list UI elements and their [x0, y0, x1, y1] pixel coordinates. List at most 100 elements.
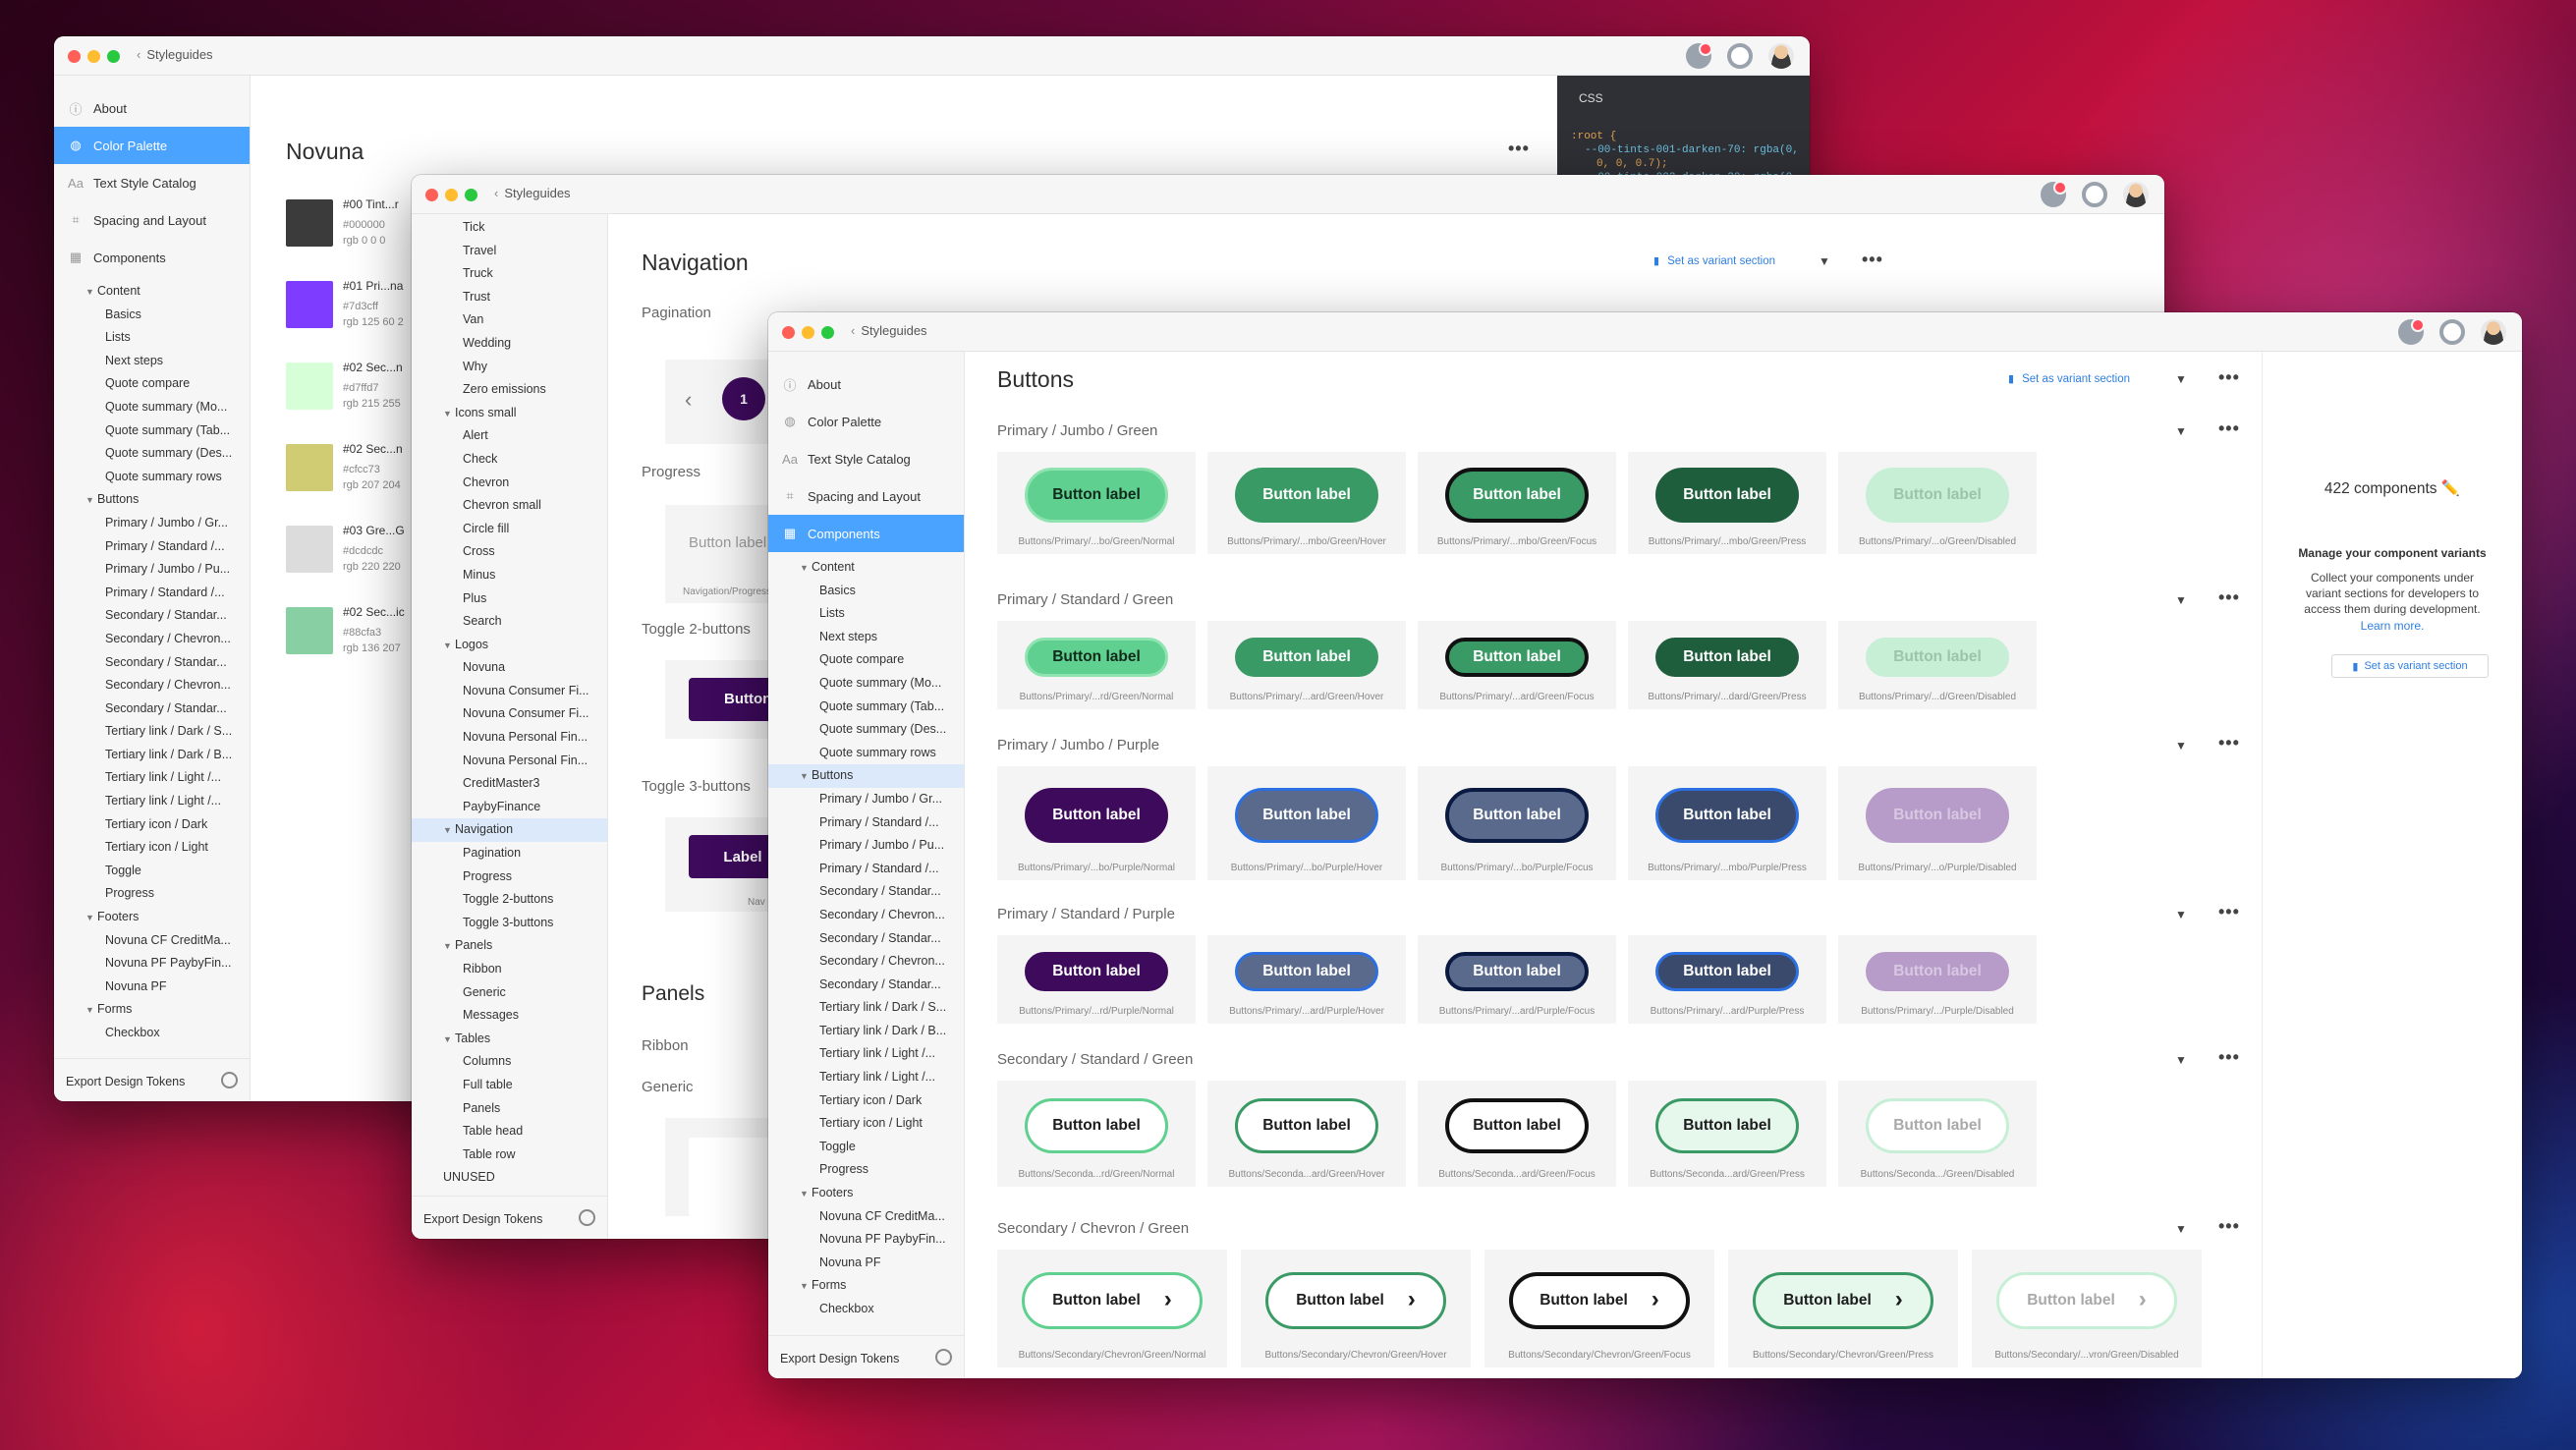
button-preview[interactable]: Button label [1655, 788, 1799, 843]
caret-down-icon[interactable]: ▼ [2175, 908, 2187, 921]
tree-group[interactable]: ▼ Logos [412, 634, 607, 657]
tree-item[interactable]: Novuna CF CreditMa... [54, 929, 250, 953]
zoom-dot[interactable] [465, 189, 477, 201]
breadcrumb[interactable]: ‹ Styleguides [137, 47, 213, 62]
tree-item[interactable]: Alert [412, 424, 607, 448]
close-dot[interactable] [68, 50, 81, 63]
export-design-tokens[interactable]: Export Design Tokens [768, 1335, 964, 1378]
tree-item[interactable]: PaybyFinance [412, 796, 607, 819]
tree-item[interactable]: Checkbox [768, 1298, 964, 1321]
caret-down-icon[interactable]: ▼ [2175, 593, 2187, 607]
tree-item[interactable]: Trust [412, 286, 607, 309]
more-icon[interactable]: ••• [1862, 250, 1883, 270]
tree-group[interactable]: ▼ Forms [54, 998, 250, 1022]
tree-item[interactable]: Quote compare [54, 372, 250, 396]
sidebar-item-text-style[interactable]: Aa Text Style Catalog [768, 440, 964, 477]
tree-item[interactable]: Toggle [54, 860, 250, 883]
sidebar-item-color-palette[interactable]: ◍ Color Palette [54, 127, 250, 164]
tree-item[interactable]: Tertiary icon / Dark [768, 1089, 964, 1113]
button-preview[interactable]: Button label [1235, 1098, 1378, 1153]
tree-group[interactable]: ▼ Icons small [412, 402, 607, 425]
button-preview[interactable]: Button label [1866, 638, 2009, 677]
tree-item[interactable]: Quote summary (Des... [54, 442, 250, 466]
avatar[interactable] [1768, 43, 1794, 69]
tree-item[interactable]: Progress [412, 865, 607, 889]
tree-item[interactable]: Tertiary icon / Light [768, 1112, 964, 1136]
tree-item[interactable]: Checkbox [54, 1022, 250, 1045]
more-icon[interactable]: ••• [2218, 1216, 2240, 1237]
tree-item[interactable]: Ribbon [412, 958, 607, 981]
caret-down-icon[interactable]: ▼ [2175, 424, 2187, 438]
tree-item[interactable]: Primary / Standard /... [768, 858, 964, 881]
export-design-tokens[interactable]: Export Design Tokens [412, 1196, 607, 1239]
tree-item[interactable]: Primary / Standard /... [54, 582, 250, 605]
tree-item[interactable]: Secondary / Standar... [54, 651, 250, 675]
caret-down-icon[interactable]: ▼ [2175, 1222, 2187, 1236]
caret-down-icon[interactable]: ▼ [85, 489, 97, 512]
tree-item[interactable]: Novuna Consumer Fi... [412, 702, 607, 726]
tree-item[interactable]: Quote summary (Tab... [768, 696, 964, 719]
tree-item[interactable]: Quote summary rows [768, 742, 964, 765]
tree-item[interactable]: Next steps [768, 626, 964, 649]
learn-more-link[interactable]: Learn more. [2263, 619, 2522, 633]
color-swatch[interactable] [286, 607, 333, 654]
button-preview[interactable]: Button label › [1022, 1272, 1203, 1329]
tree-item[interactable]: Secondary / Chevron... [768, 950, 964, 974]
tree-item[interactable]: Truck [412, 262, 607, 286]
tree-item[interactable]: Pagination [412, 842, 607, 865]
export-design-tokens[interactable]: Export Design Tokens [54, 1058, 250, 1101]
tree-item[interactable]: Novuna PF [768, 1252, 964, 1275]
cursor-icon[interactable] [2398, 318, 2425, 345]
button-preview[interactable]: Button label [1025, 1098, 1168, 1153]
button-preview[interactable]: Button label [1025, 468, 1168, 523]
tree-group[interactable]: ▼ Forms [768, 1274, 964, 1298]
button-preview[interactable]: Button label [1445, 468, 1589, 523]
more-icon[interactable]: ••• [2218, 1047, 2240, 1068]
tree-item[interactable]: Columns [412, 1050, 607, 1074]
more-icon[interactable]: ••• [2218, 418, 2240, 439]
sidebar-item-components[interactable]: ▦ Components [54, 239, 250, 276]
tree-group[interactable]: ▼ Content [54, 280, 250, 304]
tree-item[interactable]: Tick [412, 216, 607, 240]
tree-item[interactable]: Tertiary link / Light /... [54, 790, 250, 813]
more-icon[interactable]: ••• [1508, 139, 1530, 159]
caret-down-icon[interactable]: ▼ [85, 999, 97, 1022]
gear-icon[interactable] [935, 1349, 952, 1366]
tree-item[interactable]: Quote summary (Tab... [54, 419, 250, 443]
tree-item[interactable]: Primary / Jumbo / Pu... [54, 558, 250, 582]
tree-item[interactable]: Cross [412, 540, 607, 564]
tree-item[interactable]: Wedding [412, 332, 607, 356]
zoom-dot[interactable] [821, 326, 834, 339]
tree-item[interactable]: Zero emissions [412, 378, 607, 402]
breadcrumb[interactable]: ‹ Styleguides [494, 186, 571, 200]
tree-item[interactable]: Quote summary rows [54, 466, 250, 489]
tree-item[interactable]: Van [412, 308, 607, 332]
tree-item[interactable]: Quote summary (Des... [768, 718, 964, 742]
tree-item[interactable]: Table row [412, 1143, 607, 1167]
tree-item[interactable]: Primary / Jumbo / Gr... [54, 512, 250, 535]
close-dot[interactable] [782, 326, 795, 339]
tree-item[interactable]: Secondary / Standar... [768, 974, 964, 997]
page-current[interactable]: 1 [722, 377, 765, 420]
button-preview[interactable]: Button label › [1265, 1272, 1446, 1329]
button-preview[interactable]: Button label [1235, 638, 1378, 677]
tree-group[interactable]: UNUSED [412, 1166, 607, 1190]
tree-group[interactable]: ▼ Footers [768, 1182, 964, 1205]
caret-down-icon[interactable]: ▼ [2175, 372, 2187, 386]
set-variant-link[interactable]: Set as variant section [2008, 372, 2130, 385]
set-variant-link[interactable]: Set as variant section [1653, 254, 1775, 267]
caret-down-icon[interactable]: ▼ [2175, 1053, 2187, 1067]
tree-item[interactable]: Lists [54, 326, 250, 350]
chevron-left-icon[interactable]: ‹ [685, 387, 692, 413]
button-preview[interactable]: Button label [1866, 1098, 2009, 1153]
caret-down-icon[interactable]: ▼ [443, 819, 455, 842]
tree-item[interactable]: Novuna Consumer Fi... [412, 680, 607, 703]
tree-item[interactable]: Toggle [768, 1136, 964, 1159]
sidebar-item-about[interactable]: ⓘ About [768, 365, 964, 403]
tree-item[interactable]: Tertiary link / Dark / S... [54, 720, 250, 744]
tree-group[interactable]: ▼ Content [768, 556, 964, 580]
help-icon[interactable] [1727, 43, 1753, 69]
cursor-icon[interactable] [1686, 42, 1712, 69]
color-swatch[interactable] [286, 444, 333, 491]
tree-group[interactable]: ▼ Buttons [768, 764, 964, 788]
